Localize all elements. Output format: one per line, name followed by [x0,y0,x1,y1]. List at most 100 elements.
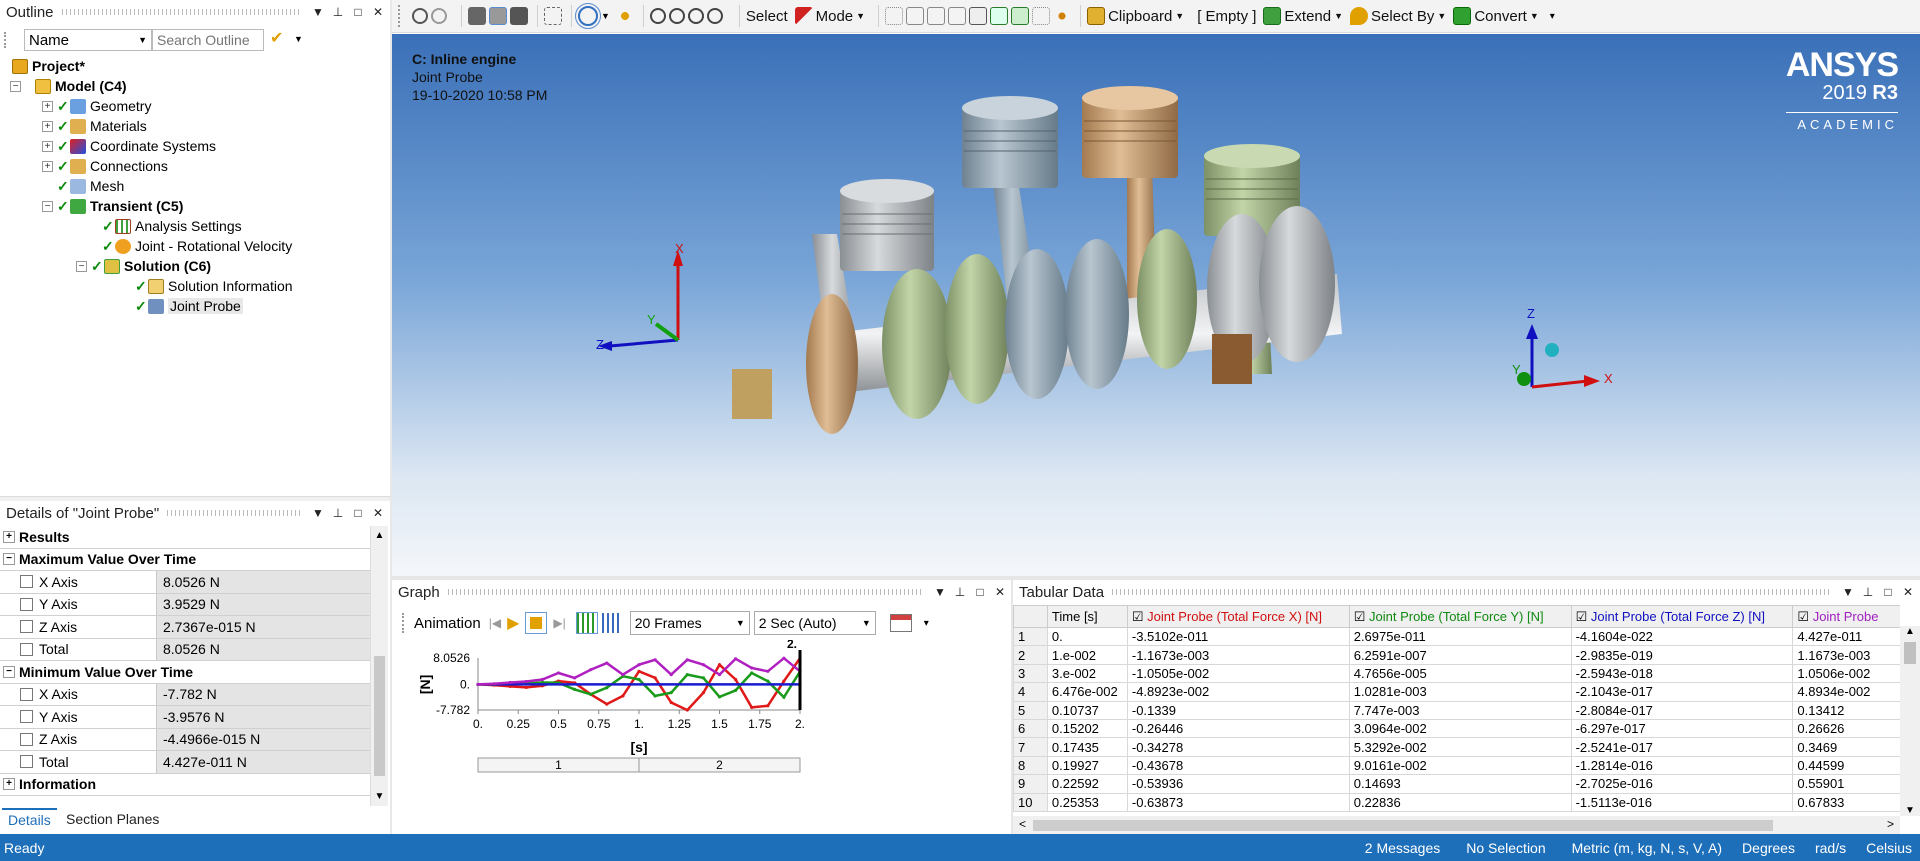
status-angle-units[interactable]: Degrees [1742,840,1795,856]
table-row[interactable]: 2 1.e-002 -1.1673e-003 6.2591e-007 -2.9835e-… [1013,645,1900,665]
tree-node-transient[interactable]: − ✓ Transient (C5) [42,196,183,216]
maximize-icon[interactable]: □ [350,5,366,19]
scroll-down-icon[interactable]: ▼ [1900,805,1920,816]
tabular-data-table[interactable]: Time [s] ☑ Joint Probe (Total Force X) [N… [1013,605,1900,812]
select-element-face-icon[interactable] [1011,7,1030,25]
table-row[interactable]: 7 0.17435 -0.34278 5.3292e-002 -2.5241e-017 0… [1013,737,1900,757]
play-icon[interactable]: ▶ [507,613,519,633]
expand-icon[interactable]: + [42,120,53,132]
toolbar-overflow-icon[interactable]: ▾ [924,618,929,629]
tree-node-joint-probe[interactable]: ✓ Joint Probe [135,296,243,316]
tree-node-project[interactable]: Project* [12,56,85,76]
status-temp-units[interactable]: Celsius [1866,840,1912,856]
tree-node-geometry[interactable]: + ✓ Geometry [42,96,151,116]
rotate-icon[interactable] [575,3,601,29]
details-scrollbar[interactable]: ▲ ▼ [370,526,388,806]
pin-icon[interactable]: ⊥ [952,585,968,599]
collapse-icon[interactable]: − [3,553,15,566]
export-video-icon[interactable] [889,614,912,632]
zoom-out-icon[interactable] [431,8,447,24]
scroll-right-icon[interactable]: > [1887,817,1894,831]
scroll-down-icon[interactable]: ▼ [371,791,388,802]
table-row[interactable]: 6 0.15202 -0.26446 3.0964e-002 -6.297e-017 0.… [1013,718,1900,739]
chevron-down-icon[interactable]: ▼ [294,34,303,44]
tree-node-joint-rotational-velocity[interactable]: ✓ Joint - Rotational Velocity [102,236,292,256]
dropdown-icon[interactable]: ▼ [310,5,326,19]
view-solid-icon[interactable] [468,7,486,25]
move-icon[interactable] [615,7,634,25]
table-vscrollbar[interactable]: ▲ ▼ [1900,626,1920,816]
stop-icon[interactable] [525,612,548,634]
select-mesh-icon[interactable] [1032,7,1051,25]
search-options-icon[interactable]: ✔ [270,28,283,48]
clipboard-button[interactable]: Clipboard ▼ [1087,7,1184,25]
column-checkbox[interactable]: ☑ [1354,609,1369,624]
tree-node-solution-information[interactable]: ✓ Solution Information [135,276,293,296]
tab-details[interactable]: Details [2,808,57,830]
engine-model-image[interactable]: X Z Y Z X Y [392,34,1920,584]
parameter-checkbox[interactable] [20,597,33,611]
maximize-icon[interactable]: □ [350,506,366,520]
distributed-frames-icon[interactable] [575,612,598,634]
scroll-thumb[interactable] [1033,820,1773,831]
maximize-icon[interactable]: □ [972,585,988,599]
chevron-down-icon[interactable]: ▼ [601,11,610,21]
group-information[interactable]: + Information [0,773,370,796]
expand-icon[interactable]: + [3,778,15,791]
panel-grip[interactable] [61,9,302,15]
table-row[interactable]: 1 0. -3.5102e-011 2.6975e-011 -4.1604e-022 4.… [1013,626,1900,647]
parameter-checkbox[interactable] [20,710,33,724]
scroll-thumb[interactable] [374,656,385,776]
pin-icon[interactable]: ⊥ [330,5,346,19]
group-min[interactable]: − Minimum Value Over Time [0,661,370,684]
select-by-button[interactable]: Select By ▼ [1350,7,1446,25]
toolbar-overflow-icon[interactable]: ▾ [1550,11,1555,22]
name-select[interactable]: Name ▼ [24,29,152,51]
tree-node-mesh[interactable]: ✓ Mesh [57,176,124,196]
expand-icon[interactable]: + [42,160,53,172]
parameter-checkbox[interactable] [20,755,33,769]
view-wireframe-icon[interactable] [489,7,507,25]
status-messages[interactable]: 2 Messages [1365,840,1440,856]
table-hscrollbar[interactable]: < > [1013,816,1900,834]
select-face-icon[interactable] [927,7,946,25]
dropdown-icon[interactable]: ▼ [932,585,948,599]
status-rate-units[interactable]: rad/s [1815,840,1846,856]
tree-node-materials[interactable]: + ✓ Materials [42,116,147,136]
parameter-checkbox[interactable] [20,575,33,589]
select-element-icon[interactable] [990,7,1009,25]
column-header[interactable]: ☑ Joint Probe (Total Force Z) [N] [1570,605,1794,628]
table-row[interactable]: 10 0.25353 -0.63873 0.22836 -1.5113e-016 0.67… [1013,792,1900,812]
collapse-icon[interactable]: − [42,200,53,212]
select-edge-icon[interactable] [906,7,925,25]
result-sets-icon[interactable] [601,613,622,633]
zoom-to-fit-icon[interactable] [687,8,704,24]
parameter-checkbox[interactable] [20,642,33,656]
zoom-fit-icon[interactable] [649,8,666,24]
select-node-icon[interactable] [969,7,988,25]
select-button[interactable]: Select [746,8,788,25]
mode-button[interactable]: Mode ▼ [794,7,865,25]
pin-icon[interactable]: ⊥ [330,506,346,520]
collapse-icon[interactable]: − [76,260,87,272]
zoom-in-icon[interactable] [412,8,428,24]
close-icon[interactable]: ✕ [1900,585,1916,599]
select-vertex-icon[interactable] [885,7,904,25]
tree-node-solution[interactable]: − ✓ Solution (C6) [76,256,211,276]
table-row[interactable]: 5 0.10737 -0.1339 7.747e-003 -2.8084e-017 0.1… [1013,700,1900,720]
skip-back-icon[interactable]: |◀ [489,616,501,630]
expand-icon[interactable]: + [3,530,15,543]
tree-node-model[interactable]: − Model (C4) [10,76,127,96]
table-row[interactable]: 9 0.22592 -0.53936 0.14693 -2.7025e-016 0.559… [1013,774,1900,794]
panel-grip[interactable] [167,510,302,516]
convert-button[interactable]: Convert ▼ [1453,7,1539,25]
select-body-icon[interactable] [948,7,967,25]
skip-forward-icon[interactable]: ▶| [553,616,565,630]
status-units[interactable]: Metric (m, kg, N, s, V, A) [1572,840,1722,856]
tab-section-planes[interactable]: Section Planes [60,808,165,830]
panel-grip[interactable] [447,589,924,595]
table-row[interactable]: 3 3.e-002 -1.0505e-002 4.7656e-005 -2.5943e-… [1013,663,1900,684]
frames-select[interactable]: 20 Frames ▼ [629,611,750,635]
parameter-checkbox[interactable] [20,620,33,634]
collapse-icon[interactable]: − [10,80,21,92]
